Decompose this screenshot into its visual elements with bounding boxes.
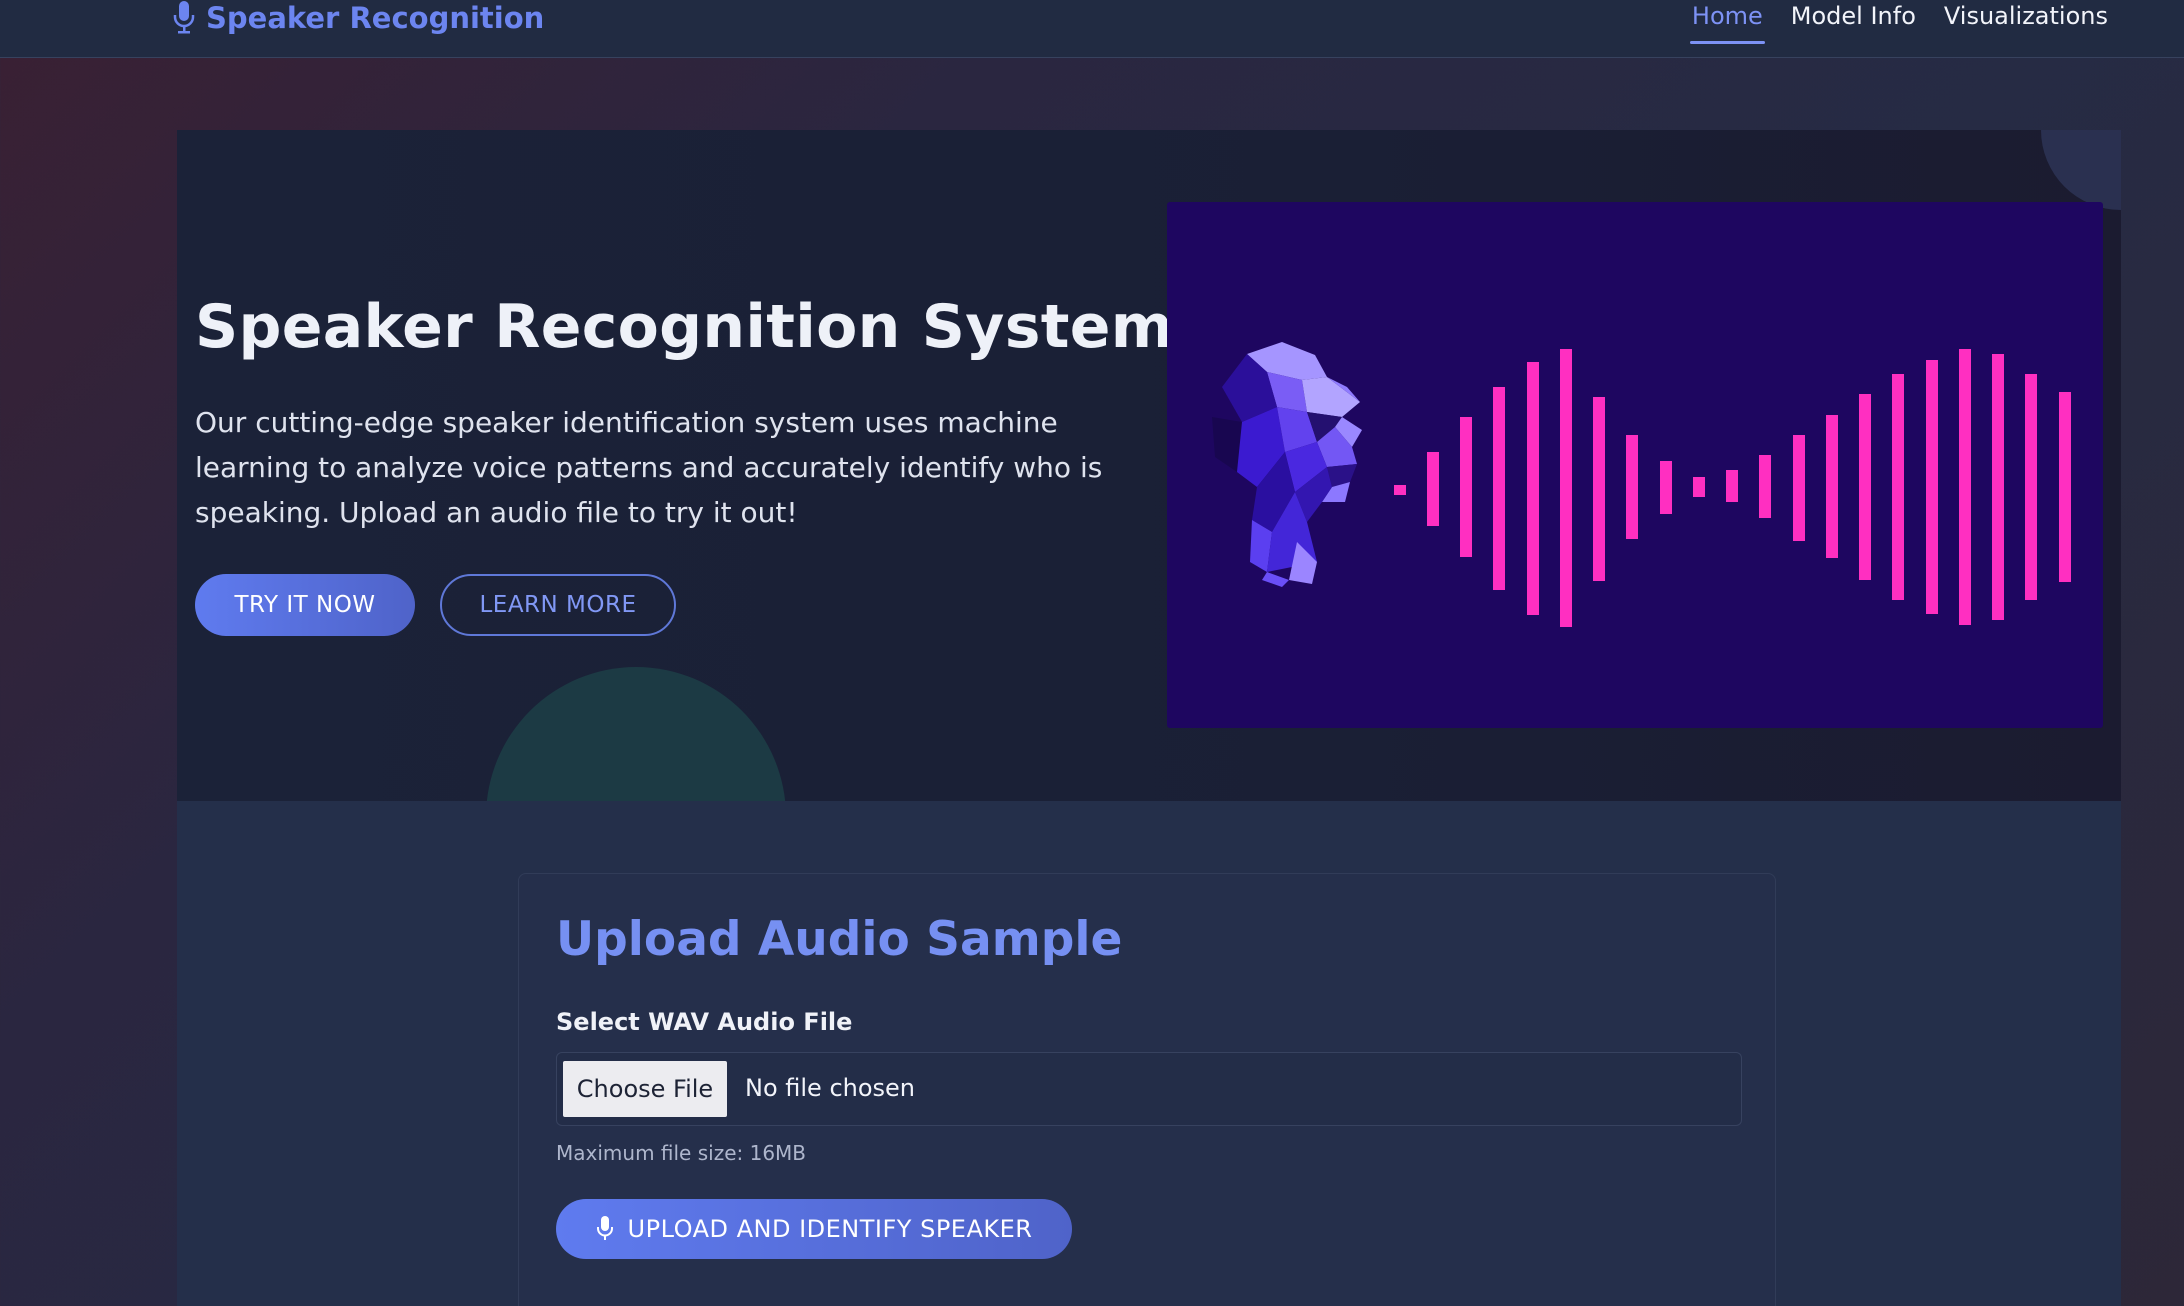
speaker-head-soundwave-image xyxy=(1212,342,2071,627)
hero-title: Speaker Recognition System xyxy=(195,292,1174,362)
upload-section: Upload Audio Sample Select WAV Audio Fil… xyxy=(177,801,2121,1306)
brand-link[interactable]: Speaker Recognition xyxy=(172,0,544,36)
learn-more-button[interactable]: LEARN MORE xyxy=(440,574,676,636)
head-icon xyxy=(1212,342,1362,587)
upload-identify-label: UPLOAD AND IDENTIFY SPEAKER xyxy=(627,1215,1033,1243)
nav-link-visualizations[interactable]: Visualizations xyxy=(1942,0,2110,44)
nav-link-model-info[interactable]: Model Info xyxy=(1789,0,1918,44)
decorative-circle xyxy=(2041,130,2121,210)
nav-links: Home Model Info Visualizations xyxy=(1689,0,2110,44)
microphone-icon xyxy=(173,1,195,34)
upload-card: Upload Audio Sample Select WAV Audio Fil… xyxy=(518,873,1776,1306)
hero-section: Speaker Recognition System Our cutting-e… xyxy=(177,130,2121,801)
decorative-circle xyxy=(486,667,786,801)
file-field-label: Select WAV Audio File xyxy=(556,1008,853,1036)
upload-title: Upload Audio Sample xyxy=(556,912,1123,967)
brand-name: Speaker Recognition xyxy=(206,1,545,35)
upload-identify-button[interactable]: UPLOAD AND IDENTIFY SPEAKER xyxy=(556,1199,1072,1259)
choose-file-button[interactable]: Choose File xyxy=(563,1061,727,1117)
try-it-now-button[interactable]: TRY IT NOW xyxy=(195,574,415,636)
hero-description: Our cutting-edge speaker identification … xyxy=(195,406,1103,529)
file-size-hint: Maximum file size: 16MB xyxy=(556,1141,807,1165)
microphone-icon xyxy=(596,1216,613,1240)
nav-link-home[interactable]: Home xyxy=(1689,0,1765,44)
file-status-text: No file chosen xyxy=(745,1074,916,1102)
audio-file-input[interactable]: Choose File No file chosen xyxy=(556,1052,1742,1126)
soundwave-bars xyxy=(1394,349,2071,627)
hero-illustration xyxy=(1167,202,2103,728)
navbar: Speaker Recognition Home Model Info Visu… xyxy=(0,0,2184,58)
